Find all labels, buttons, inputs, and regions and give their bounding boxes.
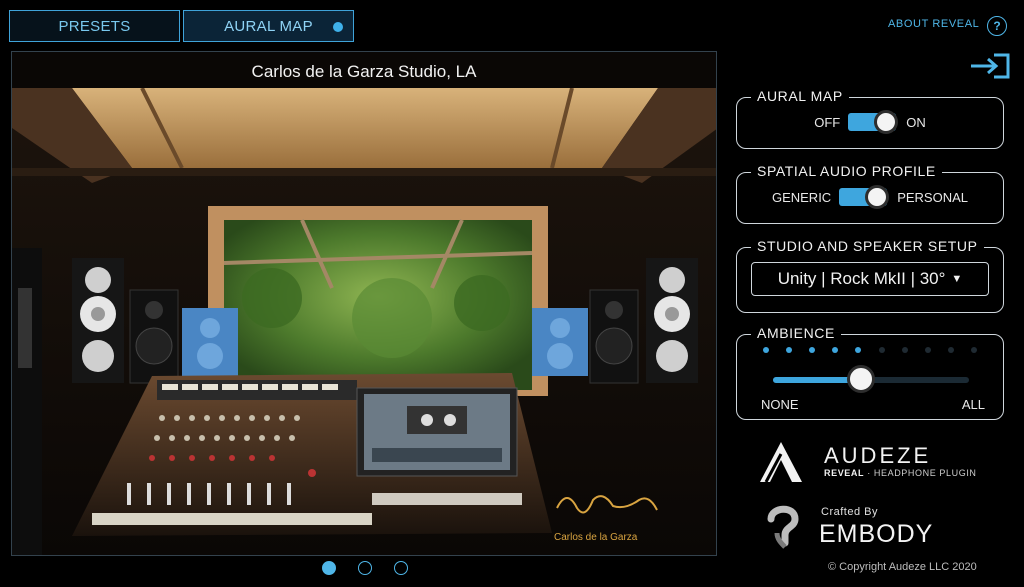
ambience-level-dot (786, 347, 793, 353)
dropdown-caret-icon: ▼ (951, 273, 963, 285)
ambience-slider-thumb[interactable] (847, 365, 876, 393)
embody-logo: Crafted By EMBODY (763, 503, 1003, 553)
spatial-profile-title: SPATIAL AUDIO PROFILE (751, 163, 942, 179)
tab-presets[interactable]: PRESETS (9, 10, 180, 42)
ambience-level-dot (855, 347, 862, 353)
embody-name: EMBODY (819, 520, 934, 548)
signature-caption: Carlos de la Garza (554, 532, 638, 543)
spatial-profile-personal-label: PERSONAL (897, 189, 969, 205)
studio-image: Carlos de la Garza (12, 88, 716, 555)
aural-map-off-label: OFF (814, 114, 841, 130)
tab-aural-map[interactable]: AURAL MAP (183, 10, 354, 42)
carousel-dot-3[interactable] (394, 561, 408, 575)
embody-logo-icon (767, 505, 799, 549)
ambience-none-label: NONE (761, 397, 799, 412)
tab-presets-label: PRESETS (58, 17, 131, 35)
tab-aural-map-label: AURAL MAP (224, 17, 313, 35)
ambience-level-dot (878, 347, 885, 353)
studio-view: Carlos de la Garza Studio, LA Carlos de … (11, 51, 717, 556)
ambience-level-dot (970, 347, 977, 353)
about-reveal-link[interactable]: ABOUT REVEAL (888, 18, 979, 30)
ambience-level-dot (947, 347, 954, 353)
studio-setup-title: STUDIO AND SPEAKER SETUP (751, 238, 984, 254)
audeze-logo-icon (760, 442, 802, 483)
ambience-all-label: ALL (961, 397, 985, 412)
ambience-level-dot (901, 347, 908, 353)
aural-map-title: AURAL MAP (751, 88, 849, 104)
active-indicator-dot (333, 22, 343, 32)
ambience-level-dot (763, 347, 769, 353)
ambience-title: AMBIENCE (751, 325, 841, 341)
studio-setup-panel: STUDIO AND SPEAKER SETUP Unity | Rock Mk… (736, 238, 1004, 313)
audeze-subtitle: REVEAL · HEADPHONE PLUGIN (824, 468, 977, 478)
audeze-name: AUDEZE (824, 443, 932, 468)
aural-map-on-label: ON (906, 114, 926, 130)
copyright-text: © Copyright Audeze LLC 2020 (828, 561, 977, 573)
studio-title: Carlos de la Garza Studio, LA (251, 62, 477, 81)
audeze-logo: AUDEZE REVEAL · HEADPHONE PLUGIN (758, 440, 1008, 490)
crafted-by-label: Crafted By (821, 506, 878, 518)
aural-map-panel: AURAL MAP OFF ON (736, 88, 1004, 149)
spatial-profile-toggle[interactable] (839, 185, 890, 209)
ambience-level-dot (924, 347, 931, 353)
spatial-profile-generic-label: GENERIC (771, 189, 832, 205)
ambience-level-dot (809, 347, 816, 353)
exit-icon[interactable] (968, 52, 1012, 80)
ambience-level-dots (763, 347, 977, 353)
ambience-panel: AMBIENCE NONE ALL (736, 325, 1004, 420)
ambience-level-dot (832, 347, 839, 353)
aural-map-toggle[interactable] (848, 110, 899, 134)
carousel-dot-1[interactable] (322, 561, 336, 575)
carousel-dot-2[interactable] (358, 561, 372, 575)
studio-setup-dropdown[interactable]: Unity | Rock MkII | 30° ▼ (751, 262, 989, 296)
carousel-pager (322, 561, 408, 575)
ambience-slider[interactable] (773, 365, 969, 393)
spatial-profile-panel: SPATIAL AUDIO PROFILE GENERIC PERSONAL (736, 163, 1004, 224)
studio-setup-value: Unity | Rock MkII | 30° (777, 269, 946, 288)
help-icon[interactable]: ? (987, 16, 1007, 36)
